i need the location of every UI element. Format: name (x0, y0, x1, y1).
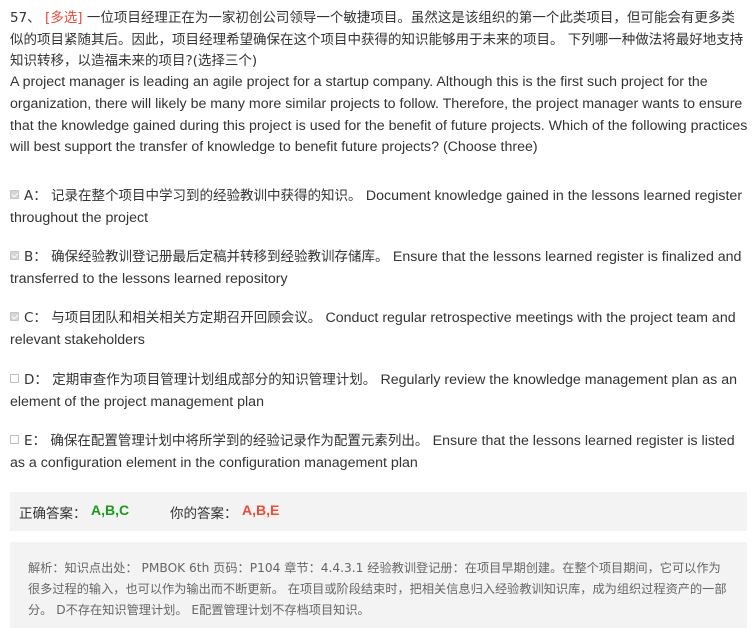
your-answer-label: 你的答案： (170, 506, 238, 522)
checkbox-a[interactable] (10, 190, 19, 199)
explanation-box: 解析：知识点出处： PMBOK 6th 页码：P104 章节：4.4.3.1 经… (10, 542, 747, 628)
explanation-text: 解析：知识点出处： PMBOK 6th 页码：P104 章节：4.4.3.1 经… (28, 561, 727, 617)
option-letter: D： (24, 372, 48, 388)
option-letter: B： (24, 249, 47, 265)
option-letter: C： (24, 310, 47, 326)
option-d[interactable]: D： 定期审查作为项目管理计划组成部分的知识管理计划。 Regularly re… (10, 370, 750, 413)
question-page: 57、 [多选] 一位项目经理正在为一家初创公司领导一个敏捷项目。虽然这是该组织… (0, 0, 753, 628)
checkbox-d[interactable] (10, 374, 19, 383)
question-body-cn: 一位项目经理正在为一家初创公司领导一个敏捷项目。虽然这是该组织的第一个此类项目，… (10, 10, 744, 69)
option-letter: A： (24, 188, 47, 204)
option-text-cn: 确保经验教训登记册最后定稿并转移到经验教训存储库。 (51, 249, 389, 265)
option-text-cn: 定期审查作为项目管理计划组成部分的知识管理计划。 (52, 372, 377, 388)
answer-box: 正确答案： A,B,C 你的答案： A,B,E (10, 492, 747, 531)
option-letter: E： (24, 433, 47, 449)
question-number: 57、 (10, 10, 41, 26)
option-a[interactable]: A： 记录在整个项目中学习到的经验教训中获得的知识。 Document know… (10, 186, 750, 229)
your-answer-value: A,B,E (242, 502, 280, 518)
option-b[interactable]: B： 确保经验教训登记册最后定稿并转移到经验教训存储库。 Ensure that… (10, 247, 750, 290)
question-text-en: A project manager is leading an agile pr… (10, 74, 748, 156)
option-c[interactable]: C： 与项目团队和相关相关方定期召开回顾会议。 Conduct regular … (10, 308, 750, 351)
question-type-tag: [多选] (44, 10, 83, 26)
correct-answer-label: 正确答案： (19, 506, 87, 522)
option-e[interactable]: E： 确保在配置管理计划中将所学到的经验记录作为配置元素列出。 Ensure t… (10, 431, 750, 474)
checkbox-c[interactable] (10, 312, 19, 321)
correct-answer-value: A,B,C (91, 502, 130, 518)
checkbox-b[interactable] (10, 251, 19, 260)
option-text-cn: 确保在配置管理计划中将所学到的经验记录作为配置元素列出。 (50, 433, 429, 449)
option-text-cn: 与项目团队和相关相关方定期召开回顾会议。 (51, 310, 322, 326)
question-text-cn: 57、 [多选] 一位项目经理正在为一家初创公司领导一个敏捷项目。虽然这是该组织… (10, 8, 748, 73)
checkbox-e[interactable] (10, 435, 19, 444)
option-text-cn: 记录在整个项目中学习到的经验教训中获得的知识。 (51, 188, 362, 204)
